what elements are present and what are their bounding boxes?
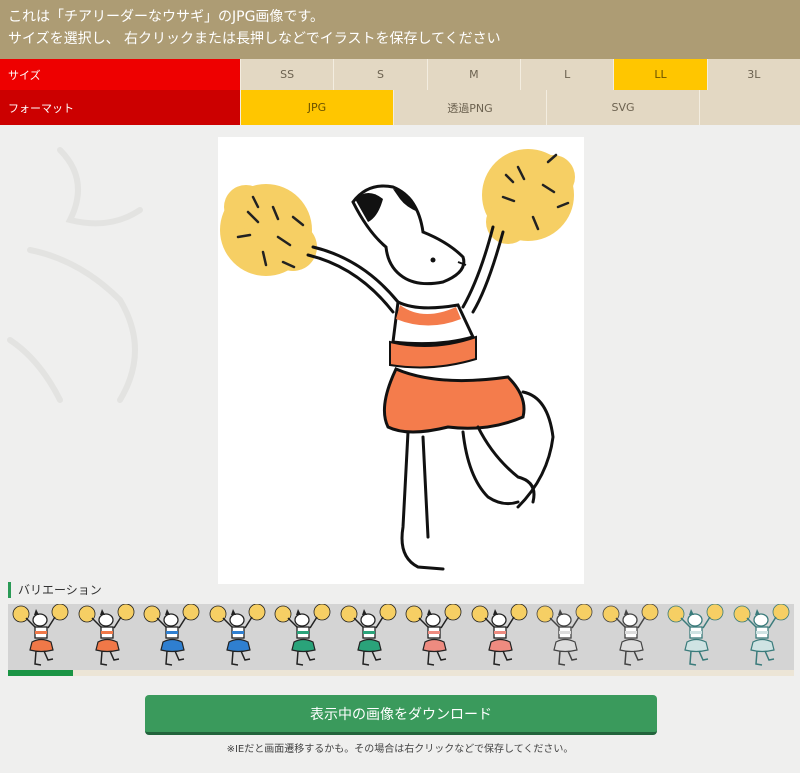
variation-thumbnail[interactable] [74,603,140,670]
variation-scroll-indicator [8,670,74,676]
info-banner: これは「チアリーダーなウサギ」のJPG画像です。 サイズを選択し、 右クリックま… [0,0,800,59]
cheer-skirt [382,367,526,434]
format-option-jpg[interactable]: JPG [240,90,393,125]
size-label: サイズ [0,59,240,90]
variation-scroll-track[interactable] [8,670,794,676]
size-option-ss[interactable]: SS [240,59,334,90]
size-option-ll[interactable]: LL [613,59,707,90]
variation-thumbnail[interactable] [729,603,795,670]
format-label: フォーマット [0,90,240,125]
variation-thumbnail[interactable] [598,603,664,670]
left-pompom [220,184,317,276]
size-options: SS S M L LL 3L [240,59,800,90]
variation-thumbnail[interactable] [336,603,402,670]
format-option-empty [699,90,800,125]
download-button[interactable]: 表示中の画像をダウンロード [145,695,657,735]
rabbit-head [351,184,467,286]
variation-thumbnail[interactable] [467,603,533,670]
size-option-s[interactable]: S [333,59,427,90]
format-option-svg[interactable]: SVG [546,90,699,125]
variation-thumbnail[interactable] [8,603,74,670]
size-option-m[interactable]: M [426,59,520,90]
variation-thumbnail[interactable] [205,603,271,670]
size-option-3l[interactable]: 3L [706,59,800,90]
banner-line-1: これは「チアリーダーなウサギ」のJPG画像です。 [8,9,325,25]
size-option-l[interactable]: L [519,59,614,90]
right-pompom [482,149,575,244]
download-note: ※IEだと画面遷移するかも。その場合は右クリックなどで保存してください。 [226,744,574,755]
size-selector: サイズ SS S M L LL 3L [0,59,800,90]
variation-thumbnail[interactable] [139,603,205,670]
variation-thumbnail[interactable] [663,603,729,670]
format-option-png[interactable]: 透過PNG [393,90,546,125]
variation-thumbnail-strip [8,603,795,670]
illustration-preview [218,137,584,584]
format-selector: フォーマット JPG 透過PNG SVG [0,90,800,125]
format-options: JPG 透過PNG SVG [240,90,800,125]
variation-thumbnail[interactable] [270,603,336,670]
variation-thumbnail[interactable] [401,603,467,670]
variations-heading: バリエーション [8,582,102,598]
banner-line-2: サイズを選択し、 右クリックまたは長押しなどでイラストを保存してください [8,31,501,47]
cheerleader-rabbit-illustration [220,149,575,571]
variation-thumbnail[interactable] [532,603,598,670]
background-watermark [7,147,143,403]
cheer-top [389,299,477,369]
